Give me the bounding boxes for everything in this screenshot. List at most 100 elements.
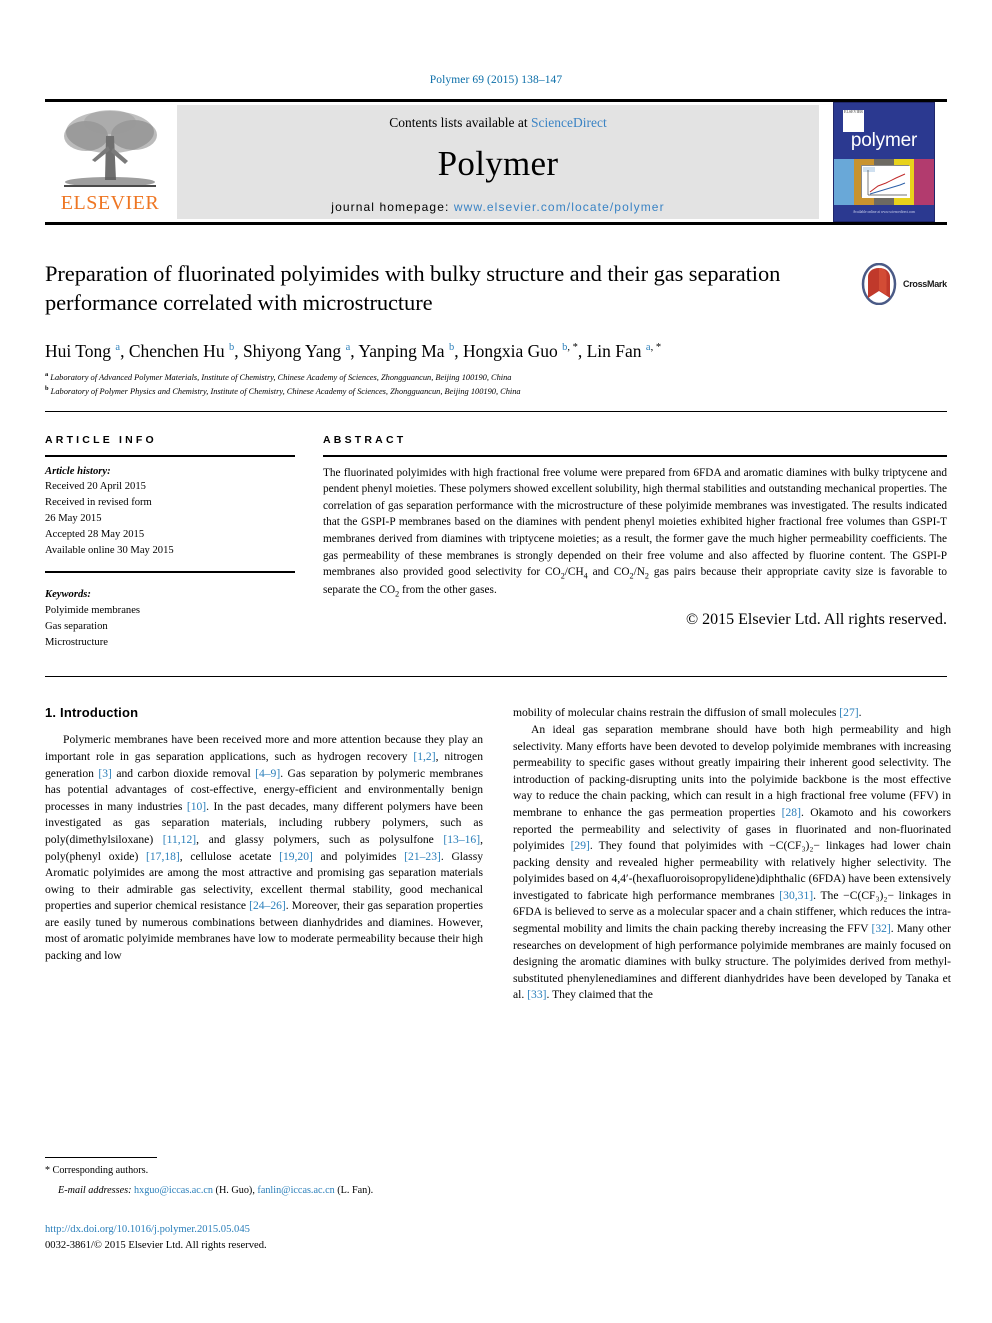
abstract-part: from the other gases. — [399, 584, 497, 597]
paragraph-text: and polyimides — [312, 849, 405, 863]
author-list: Hui Tong a, Chenchen Hu b, Shiyong Yang … — [45, 341, 662, 361]
citation-link[interactable]: [28] — [782, 806, 801, 819]
abstract-part: /CH — [564, 566, 584, 579]
corresponding-text: Corresponding authors. — [50, 1165, 149, 1176]
email-link-1[interactable]: hxguo@iccas.ac.cn — [134, 1185, 213, 1196]
citation-link[interactable]: [27] — [839, 706, 858, 719]
article-body: 1. Introduction Polymeric membranes have… — [45, 705, 951, 1003]
citation-link[interactable]: [4–9] — [255, 767, 280, 780]
masthead-center: Contents lists available at ScienceDirec… — [177, 105, 819, 219]
email-addresses-note: E-mail addresses: hxguo@iccas.ac.cn (H. … — [58, 1185, 374, 1197]
paragraph-text: . They claimed that the — [546, 988, 653, 1002]
paragraph-text: , and glassy polymers, such as polysulfo… — [196, 832, 444, 846]
homepage-prefix: journal homepage: — [331, 199, 454, 214]
citation-link[interactable]: [29] — [571, 839, 590, 852]
email-label: E-mail addresses: — [58, 1185, 132, 1197]
contents-available-line: Contents lists available at ScienceDirec… — [389, 115, 606, 131]
paragraph: An ideal gas separation membrane should … — [513, 722, 951, 1004]
paragraph: Polymeric membranes have been received m… — [45, 732, 483, 964]
article-info-column: ARTICLE INFO Article history: Received 2… — [45, 434, 295, 651]
cover-swatch-1 — [834, 159, 854, 205]
crossmark-label: CrossMark — [903, 279, 947, 289]
abstract-part: The fluorinated polyimides with high fra… — [323, 466, 947, 579]
author-affil-marker: b — [228, 342, 235, 354]
contents-prefix: Contents lists available at — [389, 114, 531, 130]
paragraph-text: mobility of molecular chains restrain th… — [513, 706, 840, 720]
affiliation-b: b Laboratory of Polymer Physics and Chem… — [45, 385, 521, 396]
info-abstract-section: ARTICLE INFO Article history: Received 2… — [45, 434, 947, 651]
history-line: Received 20 April 2015 — [45, 481, 146, 493]
paragraph-text: , cellulose acetate — [179, 849, 280, 863]
abstract-text: The fluorinated polyimides with high fra… — [323, 457, 947, 601]
body-column-right: mobility of molecular chains restrain th… — [513, 705, 951, 1003]
citation-link[interactable]: [3] — [98, 767, 112, 780]
citation-link[interactable]: [19,20] — [279, 850, 313, 863]
abstract-heading: ABSTRACT — [323, 433, 407, 446]
email-owner-1: (H. Guo) — [215, 1185, 253, 1197]
body-column-left: 1. Introduction Polymeric membranes have… — [45, 705, 483, 1003]
citation-link[interactable]: [33] — [527, 988, 546, 1001]
history-line: Accepted 28 May 2015 — [45, 529, 145, 541]
history-line: Received in revised form — [45, 497, 152, 509]
section-heading-introduction: 1. Introduction — [45, 705, 139, 721]
page-title: Preparation of fluorinated polyimides wi… — [45, 261, 781, 316]
article-info-heading: ARTICLE INFO — [45, 433, 157, 446]
citation-link[interactable]: [32] — [871, 922, 890, 935]
abstract-copyright: © 2015 Elsevier Ltd. All rights reserved… — [686, 610, 947, 628]
cover-footer-text: Available online at www.sciencedirect.co… — [852, 210, 916, 215]
corresponding-marker: , * — [650, 342, 662, 354]
keyword-item: Polyimide membranes — [45, 604, 141, 616]
paragraph: mobility of molecular chains restrain th… — [513, 705, 951, 722]
cover-thumbnail: ELSEVIER polymer Available online at www… — [833, 102, 935, 222]
history-label: Article history: — [45, 465, 111, 477]
citation-link[interactable]: [1,2] — [413, 750, 435, 763]
affiliation-a: a Laboratory of Advanced Polymer Materia… — [45, 370, 512, 382]
journal-title: Polymer — [437, 143, 559, 183]
footnote-block: * Corresponding authors. E-mail addresse… — [45, 1157, 483, 1254]
paragraph-text: An ideal gas separation membrane should … — [513, 723, 951, 819]
doi-block: http://dx.doi.org/10.1016/j.polymer.2015… — [45, 1222, 483, 1255]
abstract-part: /N — [633, 566, 645, 579]
article-page: Polymer 69 (2015) 138–147 ELSEVIER Conte… — [0, 0, 992, 1323]
cover-publisher-mark: ELSEVIER — [843, 109, 864, 132]
journal-homepage-line: journal homepage: www.elsevier.com/locat… — [331, 200, 664, 214]
keywords-rule — [45, 570, 295, 581]
corresponding-authors-note: * Corresponding authors. — [45, 1163, 483, 1178]
title-block: Preparation of fluorinated polyimides wi… — [45, 259, 947, 321]
keywords-label: Keywords: — [45, 588, 91, 600]
citation-link[interactable]: [11,12] — [163, 833, 196, 846]
cover-inset-chart-icon — [862, 166, 910, 198]
paragraph-text: and carbon dioxide removal — [111, 766, 256, 780]
keywords-block: Keywords: Polyimide membranes Gas separa… — [45, 581, 295, 651]
author-affil-marker: a — [345, 342, 351, 354]
citation-link[interactable]: [13–16] — [443, 833, 480, 846]
running-head: Polymer 69 (2015) 138–147 — [429, 74, 563, 86]
citation-link[interactable]: [17,18] — [146, 850, 180, 863]
doi-link[interactable]: http://dx.doi.org/10.1016/j.polymer.2015… — [45, 1222, 483, 1238]
email-link-2[interactable]: fanlin@iccas.ac.cn — [257, 1185, 334, 1196]
citation-link[interactable]: [24–26] — [249, 899, 286, 912]
citation-link[interactable]: [10] — [187, 800, 206, 813]
paragraph-text: . — [858, 706, 862, 720]
affil-marker-b: b — [45, 385, 49, 393]
citation-link[interactable]: [21–23] — [404, 850, 441, 863]
author-affil-marker: a — [115, 342, 121, 354]
cover-inset-figure — [861, 165, 910, 198]
citation-link[interactable]: [30,31] — [779, 889, 813, 902]
homepage-url-link[interactable]: www.elsevier.com/locate/polymer — [454, 200, 665, 214]
divider-after-abstract — [45, 676, 947, 678]
author-affil-marker: b — [448, 342, 455, 354]
sciencedirect-link[interactable]: ScienceDirect — [531, 115, 607, 130]
cover-journal-title: polymer — [850, 130, 918, 151]
divider-after-affiliations — [45, 410, 947, 412]
journal-cover: ELSEVIER polymer Available online at www… — [821, 102, 947, 222]
issn-copyright-line: 0032-3861/© 2015 Elsevier Ltd. All right… — [45, 1240, 267, 1251]
crossmark-badge[interactable]: CrossMark — [859, 261, 947, 307]
keyword-item: Gas separation — [45, 620, 108, 632]
email-owner-2: (L. Fan) — [337, 1185, 371, 1197]
history-line: Available online 30 May 2015 — [45, 545, 174, 557]
journal-masthead: ELSEVIER Contents lists available at Sci… — [45, 99, 947, 225]
footnote-rule — [45, 1157, 157, 1158]
keyword-item: Microstructure — [45, 636, 108, 648]
elsevier-tree-icon — [64, 110, 157, 187]
